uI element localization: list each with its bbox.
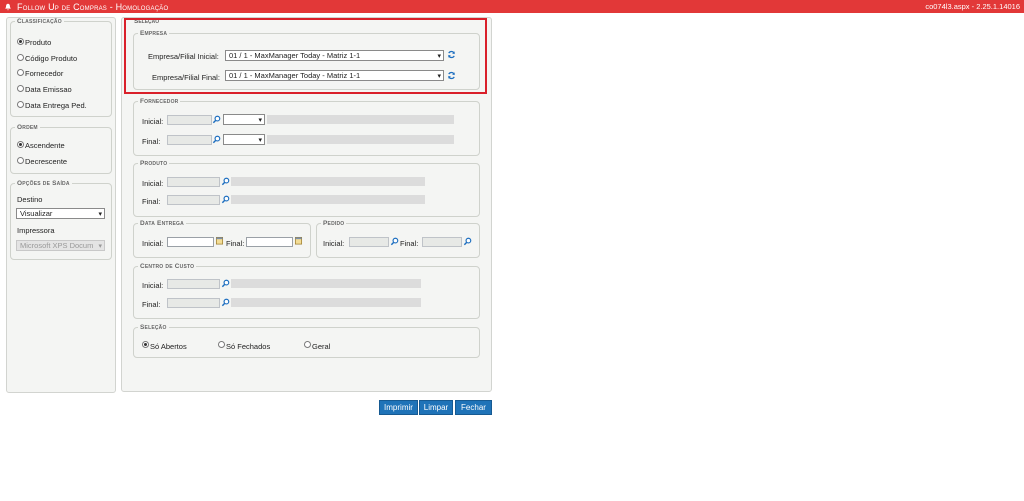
fornecedor-inicial-select[interactable]: ▾ [223,114,265,125]
bell-icon [5,3,11,10]
radio-ascendente[interactable] [17,141,24,148]
centro-custo-final-desc [231,298,421,307]
radio-label-decrescente: Decrescente [25,157,68,166]
radio-so-fechados[interactable] [218,341,225,348]
search-icon[interactable] [390,237,399,246]
data-entrega-final-label: Final: [226,239,245,248]
produto-final-desc [231,195,425,204]
page-title: Follow Up de Compras - Homologação [17,1,169,12]
radio-decrescente[interactable] [17,157,24,164]
centro-custo-final-input[interactable] [167,298,220,308]
fechar-button[interactable]: Fechar [455,400,492,415]
radio-label-produto: Produto [25,38,52,47]
version-text: co074l3.aspx - 2.25.1.14016 [925,2,1020,11]
pedido-legend: Pedido [323,220,345,227]
calendar-icon[interactable] [215,236,224,245]
radio-label-so-abertos: Só Abertos [150,342,187,351]
radio-so-abertos[interactable] [142,341,149,348]
chevron-down-icon: ▾ [98,211,102,218]
data-entrega-final-input[interactable] [246,237,293,247]
centro-custo-group: Centro de Custo [133,263,480,319]
search-icon[interactable] [212,115,221,124]
imprimir-button[interactable]: Imprimir [379,400,418,415]
fornecedor-final-input[interactable] [167,135,212,145]
fornecedor-legend: Fornecedor [140,98,179,105]
radio-label-data-entrega: Data Entrega Ped. [25,101,87,110]
search-icon[interactable] [463,237,472,246]
search-icon[interactable] [212,135,221,144]
radio-data-emissao[interactable] [17,85,24,92]
destino-value: Visualizar [20,209,53,218]
search-icon[interactable] [221,298,230,307]
chevron-down-icon: ▾ [258,137,262,144]
selecao-legend: Seleção [140,324,167,331]
produto-inicial-desc [231,177,425,186]
radio-label-fornecedor: Fornecedor [25,69,64,78]
radio-fornecedor[interactable] [17,69,24,76]
produto-final-input[interactable] [167,195,220,205]
destino-select[interactable]: Visualizar ▾ [16,208,105,219]
radio-produto[interactable] [17,38,24,45]
impressora-value: Microsoft XPS Docum [20,241,94,250]
title-bar: Follow Up de Compras - Homologação co074… [0,0,1024,13]
produto-final-label: Final: [142,197,161,206]
fornecedor-final-desc [267,135,454,144]
radio-data-entrega[interactable] [17,101,24,108]
produto-inicial-input[interactable] [167,177,220,187]
app-title: Follow Up de Compras - Homologação [4,2,168,12]
destino-label: Destino [17,195,43,204]
produto-group: Produto [133,160,480,217]
radio-label-data-emissao: Data Emissao [25,85,72,94]
impressora-select: Microsoft XPS Docum ▾ [16,240,105,251]
pedido-final-input[interactable] [422,237,462,247]
search-icon[interactable] [221,177,230,186]
data-entrega-legend: Data Entrega [140,220,184,227]
data-entrega-inicial-input[interactable] [167,237,214,247]
pedido-final-label: Final: [400,239,419,248]
chevron-down-icon: ▾ [258,117,262,124]
radio-geral[interactable] [304,341,311,348]
centro-custo-final-label: Final: [142,300,161,309]
highlight-box [124,18,487,94]
radio-label-geral: Geral [312,342,331,351]
radio-label-codigo-produto: Código Produto [25,54,78,63]
chevron-down-icon: ▾ [98,243,102,250]
fornecedor-inicial-desc [267,115,454,124]
fornecedor-inicial-input[interactable] [167,115,212,125]
fornecedor-group: Fornecedor [133,98,480,156]
search-icon[interactable] [221,279,230,288]
classificacao-legend: Classificação [17,18,62,25]
centro-custo-legend: Centro de Custo [140,263,195,270]
limpar-button[interactable]: Limpar [419,400,453,415]
pedido-inicial-label: Inicial: [323,239,345,248]
opcoes-saida-legend: Opções de Saída [17,180,70,187]
fornecedor-final-label: Final: [142,137,161,146]
data-entrega-inicial-label: Inicial: [142,239,164,248]
radio-label-so-fechados: Só Fechados [226,342,271,351]
impressora-label: Impressora [17,226,55,235]
produto-inicial-label: Inicial: [142,179,164,188]
fornecedor-final-select[interactable]: ▾ [223,134,265,145]
produto-legend: Produto [140,160,168,167]
calendar-icon[interactable] [294,236,303,245]
ordem-legend: Ordem [17,124,38,131]
radio-codigo-produto[interactable] [17,54,24,61]
fornecedor-inicial-label: Inicial: [142,117,164,126]
centro-custo-inicial-input[interactable] [167,279,220,289]
centro-custo-inicial-desc [231,279,421,288]
radio-label-ascendente: Ascendente [25,141,65,150]
search-icon[interactable] [221,195,230,204]
centro-custo-inicial-label: Inicial: [142,281,164,290]
pedido-inicial-input[interactable] [349,237,389,247]
